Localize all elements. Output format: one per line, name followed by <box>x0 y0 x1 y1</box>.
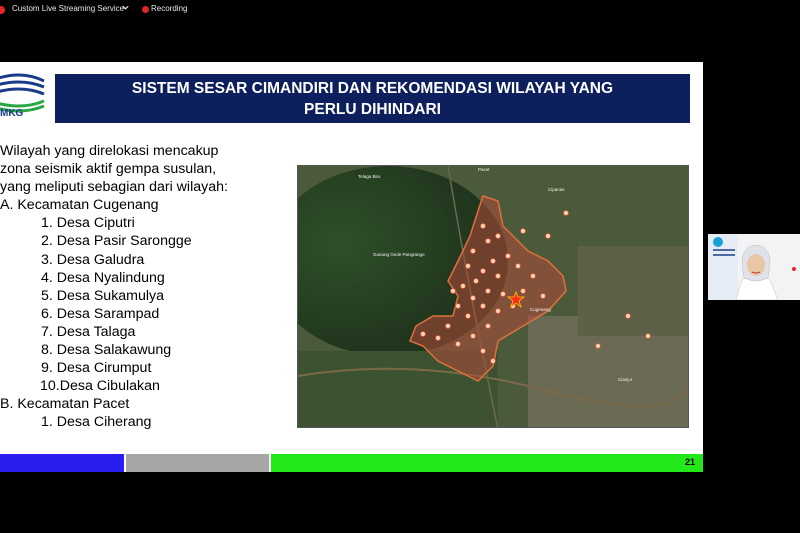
list-item: 1. Desa Ciputri <box>41 215 135 232</box>
shared-slide: MKG SISTEM SESAR CIMANDIRI DAN REKOMENDA… <box>0 62 703 472</box>
satellite-map: Telaga Biru Gunung Gede Pangrango Cipana… <box>297 165 689 428</box>
title-line-1: SISTEM SESAR CIMANDIRI DAN REKOMENDASI W… <box>131 80 614 97</box>
presenter-icon <box>708 234 800 300</box>
page-number: 21 <box>684 457 695 467</box>
list-item: 3. Desa Galudra <box>41 251 145 268</box>
map-label: Cipanas <box>548 187 565 192</box>
list-item: 6. Desa Sarampad <box>41 305 160 322</box>
section-a-heading: A. Kecamatan Cugenang <box>0 197 159 214</box>
recording-label: Recording <box>151 4 188 13</box>
presenter-video-thumbnail[interactable] <box>708 234 800 300</box>
map-graphic: Telaga Biru Gunung Gede Pangrango Cipana… <box>298 166 688 427</box>
recording-icon <box>142 6 149 13</box>
list-item: 8. Desa Salakawung <box>41 342 172 359</box>
map-label: Cianjur <box>618 377 633 382</box>
footer-bar-green: 21 <box>271 454 703 472</box>
intro-line: zona seismik aktif gempa susulan, <box>0 161 217 178</box>
map-label: Gunung Gede Pangrango <box>373 252 425 257</box>
footer-bar-blue <box>0 454 124 472</box>
list-item: 9. Desa Cirumput <box>41 360 152 377</box>
section-b-heading: B. Kecamatan Pacet <box>0 396 130 413</box>
intro-line: Wilayah yang direlokasi mencakup <box>0 143 219 159</box>
map-label: Pacet <box>478 167 490 172</box>
chevron-down-icon[interactable] <box>121 3 130 12</box>
slide-body: Wilayah yang direlokasi mencakup zona se… <box>0 142 300 432</box>
list-item: 2. Desa Pasir Sarongge <box>41 233 192 250</box>
map-label: Telaga Biru <box>358 174 381 179</box>
slide-title: SISTEM SESAR CIMANDIRI DAN REKOMENDASI W… <box>55 74 690 123</box>
live-indicator-icon <box>0 6 5 14</box>
list-item: 1. Desa Ciherang <box>41 414 152 431</box>
list-item: 10.Desa Cibulakan <box>40 378 160 395</box>
list-item: 7. Desa Talaga <box>41 323 136 340</box>
list-item: 4. Desa Nyalindung <box>41 269 165 286</box>
intro-line: yang meliputi sebagian dari wilayah: <box>0 179 228 196</box>
logo-text: MKG <box>0 108 24 119</box>
title-line-2: PERLU DIHINDARI <box>304 101 441 118</box>
top-bar: Custom Live Streaming Service Recording <box>0 0 800 20</box>
map-label: Cugenang <box>530 307 551 312</box>
slide-footer: 21 <box>0 454 703 472</box>
stream-service-label[interactable]: Custom Live Streaming Service <box>12 4 124 13</box>
footer-bar-gray <box>126 454 269 472</box>
list-item: 5. Desa Sukamulya <box>41 287 165 304</box>
